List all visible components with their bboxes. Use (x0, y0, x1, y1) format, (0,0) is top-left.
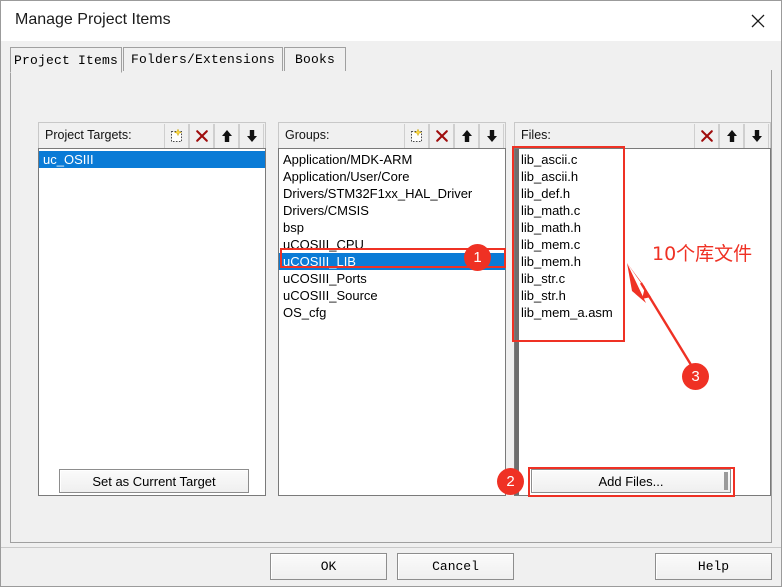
close-icon (751, 14, 765, 28)
close-window-button[interactable] (735, 1, 781, 41)
list-item[interactable]: uCOSIII_Ports (279, 270, 505, 287)
delete-file-button[interactable] (694, 124, 719, 148)
move-file-up-button[interactable] (719, 124, 744, 148)
delete-x-icon (435, 130, 448, 142)
arrow-down-icon (751, 130, 762, 142)
set-as-current-target-label: Set as Current Target (92, 473, 216, 489)
arrow-up-icon (461, 130, 472, 142)
files-toolbar (694, 124, 769, 148)
list-item[interactable]: lib_ascii.h (517, 168, 770, 185)
groups-label: Groups: (285, 128, 330, 142)
tab-books-label: Books (294, 52, 335, 67)
title-bar: Manage Project Items (1, 1, 781, 41)
move-group-down-button[interactable] (479, 124, 504, 148)
groups-header: Groups: (278, 122, 506, 148)
files-label: Files: (521, 128, 551, 142)
add-files-button-edge (724, 472, 728, 490)
tab-books[interactable]: Books (284, 47, 346, 71)
delete-group-button[interactable] (429, 124, 454, 148)
tab-project-items-label: Project Items (13, 52, 119, 68)
list-item[interactable]: lib_str.c (517, 270, 770, 287)
dialog-body: Project Items Folders/Extensions Books P… (1, 41, 781, 586)
groups-listbox[interactable]: Application/MDK-ARM Application/User/Cor… (278, 148, 506, 496)
arrow-up-icon (221, 130, 232, 142)
tab-folders-extensions-label: Folders/Extensions (130, 52, 276, 67)
delete-x-icon (195, 130, 208, 142)
manage-project-items-dialog: Manage Project Items Project Items Folde… (0, 0, 782, 587)
project-targets-header: Project Targets: (38, 122, 266, 148)
footer-separator (1, 547, 781, 548)
set-as-current-target-button[interactable]: Set as Current Target (59, 469, 249, 493)
files-list-edge (515, 149, 519, 495)
tab-strip: Project Items Folders/Extensions Books (10, 47, 772, 73)
help-button[interactable]: Help (655, 553, 772, 580)
project-targets-list: uc_OSIII (39, 149, 265, 168)
annotation-badge-2: 2 (497, 468, 524, 495)
groups-panel: Groups: Application/MDK-ARM Application/… (278, 122, 506, 496)
project-targets-panel: Project Targets: uc_OSIII (38, 122, 266, 496)
delete-target-button[interactable] (189, 124, 214, 148)
new-item-icon (170, 128, 182, 142)
window-title: Manage Project Items (15, 11, 171, 28)
project-targets-label: Project Targets: (45, 128, 132, 142)
new-item-icon (410, 128, 422, 142)
files-header: Files: (514, 122, 771, 148)
files-panel: Files: lib_ascii.c lib_ascii.h lib_def.h… (514, 122, 771, 496)
list-item[interactable]: lib_str.h (517, 287, 770, 304)
list-item[interactable]: lib_math.h (517, 219, 770, 236)
list-item[interactable]: OS_cfg (279, 304, 505, 321)
list-item[interactable]: Drivers/CMSIS (279, 202, 505, 219)
list-item[interactable]: Drivers/STM32F1xx_HAL_Driver (279, 185, 505, 202)
annotation-badge-3: 3 (682, 363, 709, 390)
project-targets-listbox[interactable]: uc_OSIII (38, 148, 266, 496)
annotation-badge-1: 1 (464, 244, 491, 271)
cancel-label: Cancel (432, 559, 479, 574)
new-group-button[interactable] (404, 124, 429, 148)
list-item[interactable]: Application/User/Core (279, 168, 505, 185)
arrow-down-icon (246, 130, 257, 142)
list-item[interactable]: lib_math.c (517, 202, 770, 219)
move-target-down-button[interactable] (239, 124, 264, 148)
ok-label: OK (320, 559, 337, 574)
new-target-button[interactable] (164, 124, 189, 148)
list-item[interactable]: lib_def.h (517, 185, 770, 202)
list-item[interactable]: bsp (279, 219, 505, 236)
list-item[interactable]: lib_mem_a.asm (517, 304, 770, 321)
ok-button[interactable]: OK (270, 553, 387, 580)
move-group-up-button[interactable] (454, 124, 479, 148)
list-item[interactable]: uc_OSIII (39, 151, 265, 168)
delete-x-icon (700, 130, 713, 142)
annotation-note-text: 10个库文件 (652, 243, 753, 265)
add-files-label: Add Files... (598, 473, 664, 489)
list-item[interactable]: lib_ascii.c (517, 151, 770, 168)
arrow-up-icon (726, 130, 737, 142)
add-files-button[interactable]: Add Files... (531, 469, 731, 493)
project-targets-toolbar (164, 124, 264, 148)
groups-list: Application/MDK-ARM Application/User/Cor… (279, 149, 505, 321)
list-item[interactable]: uCOSIII_Source (279, 287, 505, 304)
arrow-down-icon (486, 130, 497, 142)
tab-project-items[interactable]: Project Items (10, 47, 122, 73)
files-listbox[interactable]: lib_ascii.c lib_ascii.h lib_def.h lib_ma… (514, 148, 771, 496)
groups-toolbar (404, 124, 504, 148)
files-list: lib_ascii.c lib_ascii.h lib_def.h lib_ma… (515, 149, 770, 321)
move-file-down-button[interactable] (744, 124, 769, 148)
move-target-up-button[interactable] (214, 124, 239, 148)
help-label: Help (697, 559, 730, 574)
list-item[interactable]: Application/MDK-ARM (279, 151, 505, 168)
tab-folders-extensions[interactable]: Folders/Extensions (123, 47, 283, 71)
cancel-button[interactable]: Cancel (397, 553, 514, 580)
